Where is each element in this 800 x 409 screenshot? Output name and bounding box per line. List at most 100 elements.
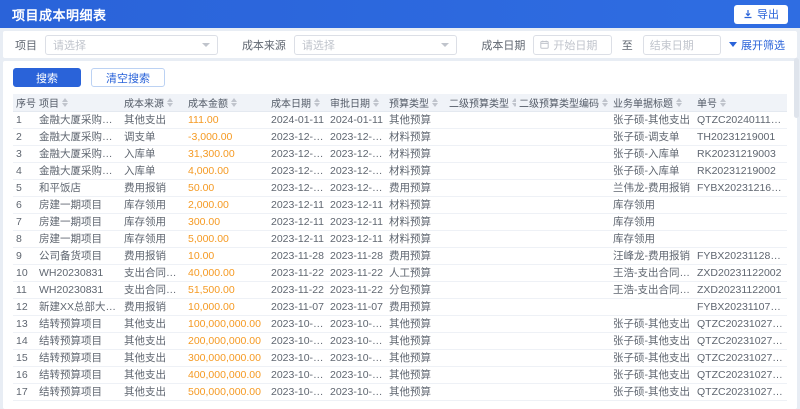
cell: QTZC20231027002 [694,383,787,401]
sort-icon[interactable] [167,97,173,107]
cell: 2023-12-11 [268,213,327,231]
cell: 库存领用 [610,213,694,231]
column-header[interactable]: 序号 [13,94,36,112]
cell: 111.00 [185,111,268,129]
cell: 入库单 [121,162,185,180]
cell: 王浩-支出合同执行 [610,264,694,282]
sort-icon[interactable] [432,97,438,107]
project-select[interactable]: 请选择 [45,34,218,55]
sort-icon[interactable] [62,97,68,107]
table-row[interactable]: 5 和平饭店 费用报销 50.00 2023-12-16 2023-12-16 费用预算 兰伟… [13,179,787,197]
table-row[interactable]: 6 房建一期项目 库存领用 2,000.00 2023-12-11 2023-12-11 材… [13,196,787,214]
date-start-input[interactable]: 开始日期 [533,34,612,55]
cell: 2023-12-11 [327,230,386,248]
table-row[interactable]: 7 房建一期项目 库存领用 300.00 2023-12-11 2023-12-11 材料预… [13,213,787,231]
cell: 张子硕-调支单 [610,128,694,146]
sort-icon[interactable] [512,97,516,107]
table-row[interactable]: 3 金融大厦采购项目 入库单 31,300.00 2023-12-19 2023-12-1… [13,145,787,163]
table-row[interactable]: 13 结转预算项目 其他支出 100,000,000.00 2023-10-27 2023… [13,315,787,333]
cell: 其他预算 [386,111,446,129]
column-header[interactable]: 成本金额 [185,94,268,112]
column-header[interactable]: 预算类型 [386,94,446,112]
cell: 其他支出 [121,315,185,333]
cell: WH20230831 [36,264,121,282]
filter-bar: 项目 请选择 成本来源 请选择 成本日期 开始日期 至 结束日期 展开筛选 [3,31,797,58]
cell: 费用预算 [386,298,446,316]
cell [694,196,787,214]
cell: 其他预算 [386,383,446,401]
clear-search-button[interactable]: 清空搜索 [91,68,165,87]
cell: 张子硕-其他支出 [610,349,694,367]
cell [446,162,516,180]
column-header[interactable]: 成本来源 [121,94,185,112]
cell: -3,000.00 [185,128,268,146]
table-row[interactable]: 2 金融大厦采购项目 调支单 -3,000.00 2023-12-19 2023-12-1… [13,128,787,146]
cell: 材料预算 [386,162,446,180]
cell: TH20231219001 [694,128,787,146]
table-row[interactable]: 11 WH20230831 支出合同执行 51,500.00 2023-11-22 202… [13,281,787,299]
cell [516,383,610,401]
cell: 结转预算项目 [36,349,121,367]
cell: 2024-01-11 [327,111,386,129]
table-row[interactable]: 1 金融大厦采购项目 其他支出 111.00 2024-01-11 2024-01-11 其… [13,111,787,129]
table-row[interactable]: 12新建XX总部大厦工程二期费用报销10,000.002023-11-07202… [13,298,787,316]
column-header[interactable]: 业务单据标题 [610,94,694,112]
column-label: 成本日期 [271,98,311,110]
cell: 库存领用 [121,196,185,214]
export-button[interactable]: 导出 [734,4,788,24]
column-header[interactable]: 二级预算类型 [446,94,516,112]
table-row[interactable]: 17 结转预算项目 其他支出 500,000,000.00 2023-10-27 2023… [13,383,787,401]
date-range-separator: 至 [621,39,633,52]
sort-icon[interactable] [720,97,726,107]
cell [446,128,516,146]
sort-icon[interactable] [602,97,608,107]
cell: 1 [13,111,36,129]
sort-icon[interactable] [373,97,379,107]
cell [446,366,516,384]
cell: 2023-10-27 [268,315,327,333]
table-row[interactable]: 4 金融大厦采购项目 入库单 4,000.00 2023-12-19 2023-12-19… [13,162,787,180]
cell: 其他预算 [386,349,446,367]
cell: 2023-12-19 [268,128,327,146]
sort-icon[interactable] [231,97,237,107]
cell: 2023-11-07 [327,298,386,316]
table-row[interactable]: 9 公司备货项目 费用报销 10.00 2023-11-28 2023-11-28 费用预算… [13,247,787,265]
column-header[interactable]: 项目 [36,94,121,112]
table-row[interactable]: 8 房建一期项目 库存领用 5,000.00 2023-12-11 2023-12-11 材… [13,230,787,248]
cell: QTZC20231027002 [694,315,787,333]
cell: 3 [13,145,36,163]
cell: 张子硕-其他支出 [610,315,694,333]
cell: 16 [13,366,36,384]
column-header[interactable]: 成本日期 [268,94,327,112]
cell: 王浩-支出合同执行 [610,281,694,299]
table-row[interactable]: 15 结转预算项目 其他支出 300,000,000.00 2023-10-27 2023… [13,349,787,367]
cell: 51,500.00 [185,281,268,299]
table-row[interactable]: 10 WH20230831 支出合同执行 40,000.00 2023-11-22 202… [13,264,787,282]
column-header[interactable]: 二级预算类型编码 [516,94,610,112]
expand-filter-link[interactable]: 展开筛选 [729,37,785,53]
vertical-scrollbar[interactable] [794,58,799,118]
cell [446,196,516,214]
table-row[interactable]: 16 结转预算项目 其他支出 400,000,000.00 2023-10-27 2023… [13,366,787,384]
project-select-placeholder: 请选择 [53,39,86,52]
column-header[interactable]: 单号 [694,94,787,112]
cell [516,366,610,384]
cell: 2023-11-28 [268,247,327,265]
cell: 结转预算项目 [36,315,121,333]
cell: 分包预算 [386,281,446,299]
sort-icon[interactable] [314,97,320,107]
cell: 7 [13,213,36,231]
column-header[interactable]: 审批日期 [327,94,386,112]
cell: 6 [13,196,36,214]
cell: 库存领用 [121,213,185,231]
cell: 其他预算 [386,366,446,384]
date-end-input[interactable]: 结束日期 [642,34,721,55]
source-select[interactable]: 请选择 [293,34,458,55]
sort-icon[interactable] [676,97,682,107]
cell [516,315,610,333]
search-button[interactable]: 搜索 [13,68,81,87]
page-title: 项目成本明细表 [12,7,107,23]
cell: 材料预算 [386,230,446,248]
table-row[interactable]: 14 结转预算项目 其他支出 200,000,000.00 2023-10-27 2023… [13,332,787,350]
cell: 2023-12-19 [268,162,327,180]
